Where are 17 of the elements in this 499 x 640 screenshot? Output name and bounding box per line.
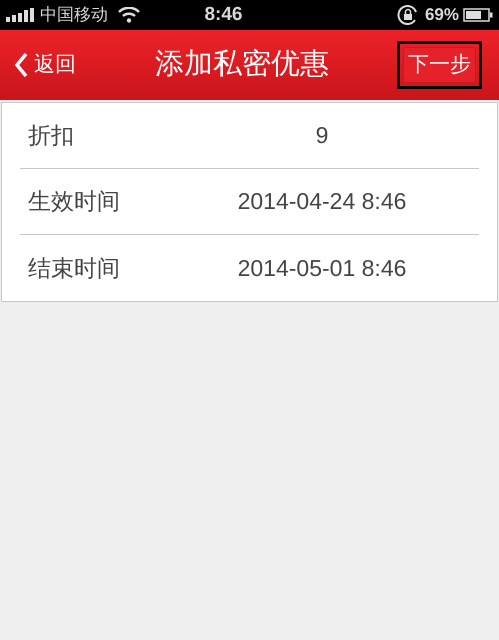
- wifi-icon: [118, 7, 140, 23]
- clock-time: 8:46: [204, 2, 242, 27]
- field-value: 2014-04-24 8:46: [236, 187, 408, 216]
- rotation-lock-icon: [396, 4, 419, 26]
- next-step-button[interactable]: 下一步: [403, 47, 476, 83]
- field-label: 结束时间: [27, 254, 121, 283]
- field-value: 2014-05-01 8:46: [236, 254, 408, 283]
- field-label: 折扣: [27, 121, 75, 150]
- page-title: 添加私密优惠: [155, 47, 329, 82]
- signal-icon: [6, 8, 36, 22]
- field-value: 9: [314, 121, 330, 150]
- back-chevron-icon: [14, 52, 28, 78]
- battery-percentage: 69%: [424, 4, 459, 26]
- carrier-name: 中国移动: [40, 4, 108, 26]
- field-label: 生效时间: [27, 187, 121, 216]
- battery-icon: [463, 8, 493, 22]
- back-button[interactable]: 返回: [14, 49, 76, 81]
